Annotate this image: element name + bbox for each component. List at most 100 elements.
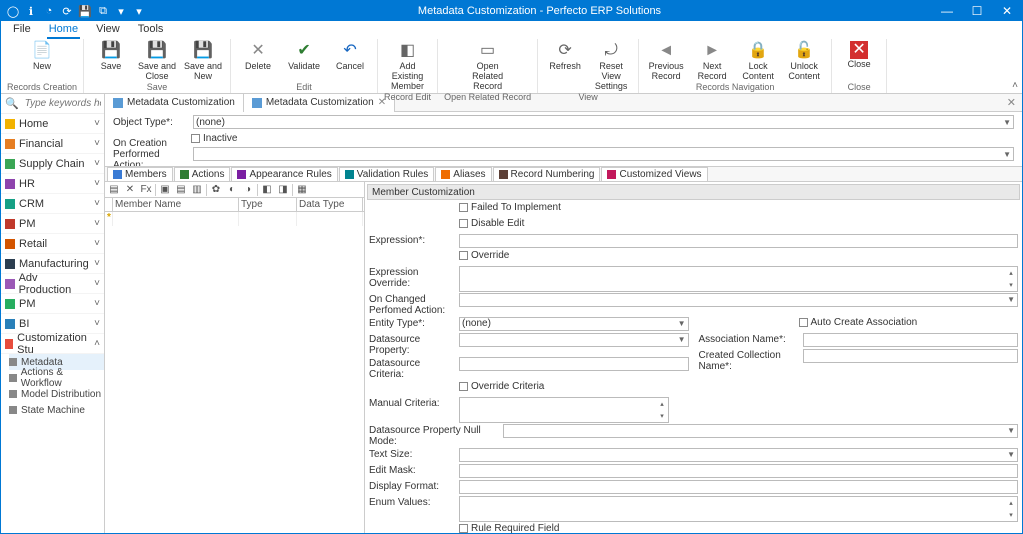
grid-new-row[interactable]: * xyxy=(105,212,364,226)
sidebar-item-advprod[interactable]: Adv Production˅ xyxy=(1,274,104,294)
failed-checkbox[interactable]: Failed To Implement xyxy=(459,202,561,213)
on-creation-field[interactable]: ▼ xyxy=(193,147,1014,161)
open-related-button[interactable]: ▭Open Related Record xyxy=(467,41,509,92)
grid-btn1-icon[interactable]: ▣ xyxy=(158,183,172,197)
menu-view[interactable]: View xyxy=(94,21,122,39)
chevron-down-icon[interactable]: ˅ xyxy=(94,238,100,249)
expression-field[interactable] xyxy=(459,234,1018,248)
subtab-members[interactable]: Members xyxy=(107,167,173,182)
grid-col-header[interactable]: Member Name xyxy=(113,198,239,211)
subtab-actions[interactable]: Actions xyxy=(174,167,231,182)
subtab-apprules[interactable]: Appearance Rules xyxy=(231,167,337,182)
ds-criteria-field[interactable] xyxy=(459,357,689,371)
save-new-button[interactable]: 💾Save and New xyxy=(182,41,224,82)
assoc-name-field[interactable] xyxy=(803,333,1019,347)
unlock-button[interactable]: 🔓Unlock Content xyxy=(783,41,825,82)
cancel-button[interactable]: ↶Cancel xyxy=(329,41,371,72)
subtab-recnum[interactable]: Record Numbering xyxy=(493,167,601,182)
qat-dropdown-icon[interactable]: ▾ xyxy=(113,3,129,19)
chevron-down-icon[interactable]: ˅ xyxy=(94,278,100,289)
auto-create-checkbox[interactable]: Auto Create Association xyxy=(799,317,918,328)
enum-values-field[interactable]: ▴▾ xyxy=(459,496,1018,522)
chevron-down-icon[interactable]: ˅ xyxy=(94,198,100,209)
ds-property-field[interactable]: ▼ xyxy=(459,333,689,347)
refresh-button[interactable]: ⟳Refresh xyxy=(544,41,586,72)
subtab-aliases[interactable]: Aliases xyxy=(435,167,491,182)
subtab-custviews[interactable]: Customized Views xyxy=(601,167,707,182)
menu-home[interactable]: Home xyxy=(47,21,80,39)
chevron-down-icon[interactable]: ˅ xyxy=(94,298,100,309)
grid-btn8-icon[interactable]: ◨ xyxy=(276,183,290,197)
qat-info-icon[interactable]: ℹ xyxy=(23,3,39,19)
sidebar-item-supply[interactable]: Supply Chain˅ xyxy=(1,154,104,174)
chevron-down-icon[interactable]: ▼ xyxy=(678,335,686,344)
validate-button[interactable]: ✔Validate xyxy=(283,41,325,72)
sidebar-sub-actions[interactable]: Actions & Workflow xyxy=(9,370,104,386)
reset-view-button[interactable]: ⤾Reset View Settings xyxy=(590,41,632,92)
grid-col-header[interactable]: Type xyxy=(239,198,297,211)
ds-null-mode-field[interactable]: ▼ xyxy=(503,424,1018,438)
subtab-valrules[interactable]: Validation Rules xyxy=(339,167,435,182)
qat-more-icon[interactable]: ▾ xyxy=(131,3,147,19)
maximize-button[interactable]: ☐ xyxy=(962,1,992,21)
chevron-down-icon[interactable]: ˅ xyxy=(94,218,100,229)
chevron-down-icon[interactable]: ˅ xyxy=(94,318,100,329)
sidebar-item-financial[interactable]: Financial˅ xyxy=(1,134,104,154)
sidebar-item-retail[interactable]: Retail˅ xyxy=(1,234,104,254)
chevron-down-icon[interactable]: ▼ xyxy=(1007,450,1015,459)
sidebar-item-home[interactable]: Home˅ xyxy=(1,114,104,134)
qat-save-icon[interactable]: 💾 xyxy=(77,3,93,19)
sidebar-item-cust[interactable]: Customization Stu˄ xyxy=(1,334,104,354)
rule-required-checkbox[interactable]: Rule Required Field xyxy=(459,523,559,533)
display-format-field[interactable] xyxy=(459,480,1018,494)
new-button[interactable]: 📄New xyxy=(21,41,63,72)
sidebar-item-pm[interactable]: PM˅ xyxy=(1,214,104,234)
chevron-up-icon[interactable]: ˄ xyxy=(94,338,100,349)
grid-btn2-icon[interactable]: ▤ xyxy=(174,183,188,197)
sidebar-item-crm[interactable]: CRM˅ xyxy=(1,194,104,214)
lock-button[interactable]: 🔒Lock Content xyxy=(737,41,779,82)
manual-criteria-field[interactable]: ▴▾ xyxy=(459,397,669,423)
minimize-button[interactable]: ― xyxy=(932,1,962,21)
disable-edit-checkbox[interactable]: Disable Edit xyxy=(459,218,524,229)
chevron-down-icon[interactable]: ▼ xyxy=(678,319,686,328)
chevron-down-icon[interactable]: ▼ xyxy=(1007,426,1015,435)
sidebar-sub-state[interactable]: State Machine xyxy=(9,402,104,418)
override-criteria-checkbox[interactable]: Override Criteria xyxy=(459,381,544,392)
chevron-down-icon[interactable]: ˅ xyxy=(94,258,100,269)
next-button[interactable]: ►Next Record xyxy=(691,41,733,82)
delete-button[interactable]: ✕Delete xyxy=(237,41,279,72)
menu-file[interactable]: File xyxy=(11,21,33,39)
prev-button[interactable]: ◄Previous Record xyxy=(645,41,687,82)
grid-btn9-icon[interactable]: ▦ xyxy=(295,183,309,197)
search-input[interactable] xyxy=(23,97,103,110)
on-changed-field[interactable]: ▼ xyxy=(459,293,1018,307)
override-checkbox[interactable]: Override xyxy=(459,250,509,261)
menu-tools[interactable]: Tools xyxy=(136,21,166,39)
text-size-field[interactable]: ▼ xyxy=(459,448,1018,462)
sidebar-item-pm2[interactable]: PM˅ xyxy=(1,294,104,314)
grid-add-icon[interactable]: ▤ xyxy=(107,183,121,197)
document-tab[interactable]: Metadata Customization✕ xyxy=(244,94,395,112)
grid-btn4-icon[interactable]: ✿ xyxy=(209,183,223,197)
grid-fx-icon[interactable]: Fx xyxy=(139,183,153,197)
grid-btn7-icon[interactable]: ◧ xyxy=(260,183,274,197)
sidebar-item-hr[interactable]: HR˅ xyxy=(1,174,104,194)
grid-delete-icon[interactable]: ✕ xyxy=(123,183,137,197)
chevron-down-icon[interactable]: ˅ xyxy=(94,138,100,149)
grid-btn5-icon[interactable]: ◐ xyxy=(225,183,239,197)
entity-type-field[interactable]: (none)▼ xyxy=(459,317,689,331)
expr-override-field[interactable]: ▴▾ xyxy=(459,266,1018,292)
ribbon-collapse-icon[interactable]: ˄ xyxy=(1012,80,1018,91)
object-type-field[interactable]: (none) ▼ xyxy=(193,115,1014,129)
chevron-down-icon[interactable]: ˅ xyxy=(94,158,100,169)
chevron-down-icon[interactable]: ▼ xyxy=(1007,295,1015,304)
add-existing-button[interactable]: ◧Add Existing Member xyxy=(387,41,429,92)
qat-clock-icon[interactable]: ◔ xyxy=(41,3,57,19)
grid-btn3-icon[interactable]: ▥ xyxy=(190,183,204,197)
inactive-checkbox[interactable]: Inactive xyxy=(191,133,237,144)
created-coll-field[interactable] xyxy=(803,349,1019,363)
chevron-down-icon[interactable]: ▼ xyxy=(1003,150,1011,159)
grid-col-header[interactable]: Data Type xyxy=(297,198,363,211)
grid-btn6-icon[interactable]: ◑ xyxy=(241,183,255,197)
